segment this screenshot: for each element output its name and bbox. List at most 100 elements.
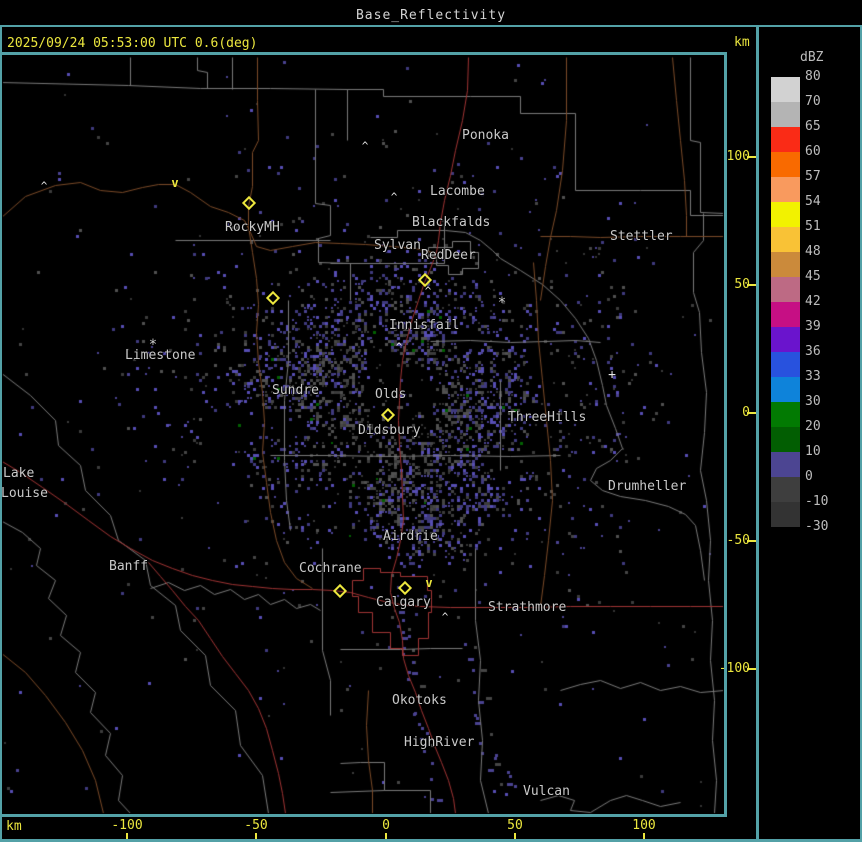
y-axis-tick-label: 0: [712, 405, 750, 420]
peak-caret-marker: ^: [390, 190, 398, 204]
legend-swatch: [771, 252, 800, 277]
legend-value-label: -10: [805, 494, 829, 509]
star-marker: *: [148, 337, 158, 353]
peak-caret-marker: ^: [424, 284, 432, 298]
city-label: Banff: [109, 559, 149, 574]
legend-value-label: 20: [805, 419, 821, 434]
timestamp-label: 2025/09/24 05:53:00 UTC 0.6(deg): [7, 36, 258, 51]
city-label: Ponoka: [462, 128, 509, 143]
city-label: Lake: [3, 466, 35, 481]
legend-swatch: [771, 127, 800, 152]
legend-value-label: 70: [805, 94, 821, 109]
legend-value-label: 45: [805, 269, 821, 284]
city-label: Limestone: [125, 348, 196, 363]
page-title: Base_Reflectivity: [355, 8, 507, 23]
legend-swatch: [771, 502, 800, 527]
y-axis-unit-label: km: [734, 35, 750, 50]
city-label: HighRiver: [404, 735, 475, 750]
legend-unit-label: dBZ: [800, 50, 824, 65]
legend-value-label: 48: [805, 244, 821, 259]
legend-swatch: [771, 427, 800, 452]
legend-value-label: 57: [805, 169, 821, 184]
city-label: Cochrane: [299, 561, 362, 576]
radar-app-window: Base_Reflectivity 2025/09/24 05:53:00 UT…: [0, 0, 862, 842]
legend-swatch: [771, 477, 800, 502]
map-border-top: [0, 52, 727, 55]
legend-swatch: [771, 302, 800, 327]
city-label: Stettler: [610, 229, 673, 244]
y-axis-tick-label: 100: [726, 149, 750, 164]
peak-caret-marker: ^: [395, 340, 403, 354]
frame-left: [0, 25, 2, 842]
city-label: RedDeer: [421, 248, 476, 263]
city-label: Olds: [375, 387, 407, 402]
city-label: Sundre: [272, 383, 319, 398]
legend-value-label: 10: [805, 444, 821, 459]
legend-swatch: [771, 152, 800, 177]
city-label: ThreeHills: [508, 410, 587, 425]
legend-swatch: [771, 402, 800, 427]
y-axis-tick-label: -100: [718, 661, 750, 676]
legend-swatch: [771, 77, 800, 102]
legend-swatch: [771, 227, 800, 252]
legend-swatch: [771, 327, 800, 352]
legend-value-label: 33: [805, 369, 821, 384]
divider-legend: [756, 25, 759, 842]
y-axis-tick-label: -50: [726, 533, 750, 548]
city-label: Blackfalds: [412, 215, 491, 230]
x-axis-unit-label: km: [6, 819, 22, 834]
divider-under-title: [0, 25, 862, 27]
plus-marker: +: [608, 367, 616, 383]
city-label: Strathmore: [488, 600, 567, 615]
city-label: RockyMH: [225, 220, 280, 235]
city-label: Innisfail: [389, 318, 460, 333]
map-border-right: [724, 52, 727, 817]
vee-marker: v: [171, 176, 179, 190]
legend-value-label: 65: [805, 119, 821, 134]
city-label: Vulcan: [523, 784, 570, 799]
y-axis-tick-mark: [747, 668, 756, 670]
peak-caret-marker: ^: [441, 610, 449, 624]
legend-value-label: 36: [805, 344, 821, 359]
legend-swatch: [771, 277, 800, 302]
legend-value-label: 39: [805, 319, 821, 334]
city-label: Lacombe: [430, 184, 485, 199]
legend-swatch: [771, 102, 800, 127]
legend-value-label: 51: [805, 219, 821, 234]
y-axis-tick-label: 50: [734, 277, 750, 292]
city-label: Didsbury: [358, 423, 421, 438]
radar-map-canvas[interactable]: [0, 0, 862, 842]
y-axis-tick-mark: [747, 156, 756, 158]
legend-value-label: 42: [805, 294, 821, 309]
x-axis-tick-label: 50: [507, 818, 523, 833]
city-label: Airdrie: [383, 529, 438, 544]
legend-swatch: [771, 177, 800, 202]
city-label: Drumheller: [608, 479, 687, 494]
city-label: Sylvan: [374, 238, 421, 253]
map-border-bottom: [0, 814, 727, 817]
y-axis-tick-mark: [747, 540, 756, 542]
legend-swatch: [771, 452, 800, 477]
legend-swatch: [771, 377, 800, 402]
legend-swatch: [771, 352, 800, 377]
vee-marker: v: [425, 576, 433, 590]
x-axis-tick-label: 0: [382, 818, 390, 833]
y-axis-tick-mark: [747, 284, 756, 286]
legend-value-label: 60: [805, 144, 821, 159]
legend-value-label: 30: [805, 394, 821, 409]
legend-value-label: 54: [805, 194, 821, 209]
city-label: Louise: [1, 486, 48, 501]
y-axis-tick-mark: [747, 412, 756, 414]
legend-value-label: 80: [805, 69, 821, 84]
legend-value-label: 0: [805, 469, 813, 484]
star-marker: *: [497, 295, 507, 311]
peak-caret-marker: ^: [361, 139, 369, 153]
city-label: Okotoks: [392, 693, 447, 708]
city-label: Calgary: [376, 595, 431, 610]
legend-swatch: [771, 202, 800, 227]
peak-caret-marker: ^: [40, 179, 48, 193]
x-axis-tick-label: 100: [632, 818, 656, 833]
legend-value-label: -30: [805, 519, 829, 534]
x-axis-tick-label: -50: [244, 818, 268, 833]
x-axis-tick-label: -100: [111, 818, 143, 833]
